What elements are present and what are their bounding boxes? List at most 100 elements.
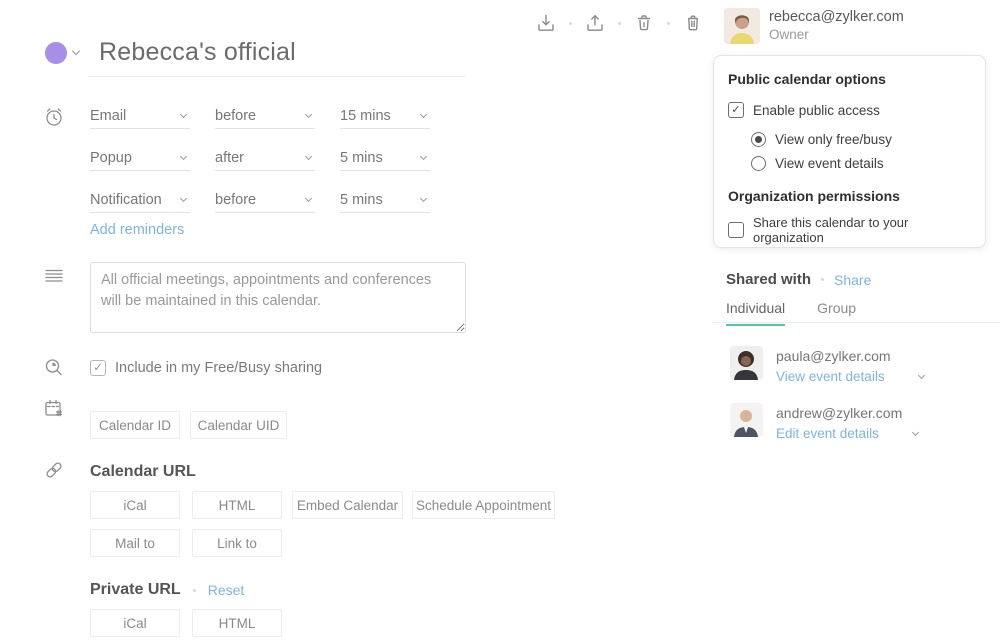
empty-trash-icon[interactable]	[632, 11, 656, 35]
calendar-id-button[interactable]: Calendar ID	[90, 411, 180, 439]
reminder-duration-select[interactable]: 5 mins	[340, 187, 430, 213]
private-url-row: Private URL Reset	[90, 581, 244, 599]
org-share-row: Share this calendar to your organization	[728, 215, 971, 245]
enable-public-access-checkbox[interactable]	[728, 102, 744, 118]
chevron-down-icon	[304, 194, 313, 202]
public-options-title: Public calendar options	[728, 71, 886, 87]
calendar-id-icon	[42, 397, 66, 421]
view-freebusy-radio[interactable]	[751, 132, 766, 147]
org-share-label: Share this calendar to your organization	[753, 215, 909, 245]
schedule-appointment-button[interactable]: Schedule Appointment	[412, 491, 555, 519]
shared-person-row: andrew@zylker.com Edit event details	[730, 403, 919, 441]
embed-calendar-button[interactable]: Embed Calendar	[292, 491, 403, 519]
mail-to-button[interactable]: Mail to	[90, 529, 180, 557]
reminder-duration-value: 5 mins	[340, 149, 383, 166]
shared-person-row: paula@zylker.com View event details	[730, 346, 925, 384]
export-icon[interactable]	[583, 11, 607, 35]
person-permission-label: Edit event details	[776, 426, 879, 441]
chevron-down-icon	[419, 194, 428, 202]
owner-avatar	[724, 8, 760, 44]
link-to-button[interactable]: Link to	[192, 529, 282, 557]
reminder-method-select[interactable]: Notification	[90, 187, 190, 213]
reminder-duration-select[interactable]: 5 mins	[340, 145, 430, 171]
title-underline	[88, 76, 465, 77]
reset-link[interactable]: Reset	[208, 582, 245, 598]
reminder-duration-select[interactable]: 15 mins	[340, 103, 430, 129]
person-permission-label: View event details	[776, 369, 885, 384]
reminder-duration-value: 15 mins	[340, 107, 391, 124]
share-link[interactable]: Share	[834, 272, 871, 288]
reminder-icon	[42, 105, 66, 129]
enable-public-access-row: Enable public access	[728, 102, 971, 118]
person-avatar	[730, 346, 763, 380]
shared-with-header: Shared with Share	[726, 271, 871, 288]
freebusy-search-icon	[42, 356, 66, 380]
private-ical-button[interactable]: iCal	[90, 609, 180, 637]
private-html-button[interactable]: HTML	[192, 609, 282, 637]
calendar-color-dot[interactable]	[45, 41, 67, 64]
chevron-down-icon	[179, 152, 188, 160]
person-email: paula@zylker.com	[776, 348, 891, 364]
person-permission-select[interactable]: Edit event details	[776, 426, 919, 441]
chevron-down-icon	[304, 152, 313, 160]
description-icon	[42, 264, 66, 288]
toolbar-separator	[618, 21, 621, 25]
reminder-method-value: Popup	[90, 149, 132, 166]
import-icon[interactable]	[534, 11, 558, 35]
reminder-when-value: before	[215, 191, 257, 208]
reminder-duration-value: 5 mins	[340, 191, 383, 208]
reminder-when-value: before	[215, 107, 257, 124]
person-permission-select[interactable]: View event details	[776, 369, 925, 384]
reminder-when-select[interactable]: before	[215, 103, 315, 129]
person-avatar	[730, 403, 763, 437]
freebusy-checkbox[interactable]	[90, 360, 106, 376]
owner-info: rebecca@zylker.com Owner	[724, 8, 904, 44]
view-details-radio[interactable]	[751, 156, 766, 171]
private-url-title: Private URL	[90, 581, 181, 598]
public-options-panel: Public calendar options Enable public ac…	[713, 55, 986, 248]
chevron-down-icon	[179, 194, 188, 202]
description-textarea[interactable]: All official meetings, appointments and …	[90, 262, 466, 333]
enable-public-access-label: Enable public access	[753, 102, 880, 118]
reminder-method-value: Email	[90, 107, 127, 124]
chevron-down-icon	[419, 110, 428, 118]
link-icon	[42, 458, 66, 482]
calendar-url-title: Calendar URL	[90, 463, 196, 480]
reminder-when-select[interactable]: before	[215, 187, 315, 213]
view-details-row: View event details	[751, 156, 971, 171]
separator-dot	[192, 588, 196, 592]
view-freebusy-row: View only free/busy	[751, 132, 971, 147]
calendar-toolbar	[534, 11, 705, 35]
reminder-method-value: Notification	[90, 191, 162, 208]
separator-dot	[821, 278, 825, 281]
organization-permissions-title: Organization permissions	[728, 188, 900, 204]
org-share-checkbox[interactable]	[728, 222, 744, 238]
html-button[interactable]: HTML	[192, 491, 282, 519]
freebusy-label: Include in my Free/Busy sharing	[115, 360, 323, 376]
ical-button[interactable]: iCal	[90, 491, 180, 519]
chevron-down-icon	[179, 110, 188, 118]
chevron-down-icon[interactable]	[71, 46, 81, 56]
chevron-down-icon	[917, 371, 925, 379]
reminder-method-select[interactable]: Popup	[90, 145, 190, 171]
reminder-method-select[interactable]: Email	[90, 103, 190, 129]
tabs-divider	[713, 322, 1000, 323]
reminder-when-value: after	[215, 149, 245, 166]
owner-role: Owner	[769, 27, 809, 42]
add-reminders-link[interactable]: Add reminders	[90, 222, 184, 238]
person-email: andrew@zylker.com	[776, 405, 903, 421]
chevron-down-icon	[419, 152, 428, 160]
calendar-settings-page: Rebecca's official Email before 15 mins	[0, 0, 1000, 643]
reminder-when-select[interactable]: after	[215, 145, 315, 171]
shared-with-title: Shared with	[726, 271, 812, 288]
calendar-uid-button[interactable]: Calendar UID	[190, 411, 287, 439]
page-title[interactable]: Rebecca's official	[99, 38, 296, 67]
chevron-down-icon	[911, 428, 919, 436]
toolbar-separator	[569, 21, 572, 25]
view-details-label: View event details	[775, 156, 884, 171]
delete-calendar-icon[interactable]	[681, 11, 705, 35]
view-freebusy-label: View only free/busy	[775, 132, 892, 147]
owner-email: rebecca@zylker.com	[769, 9, 904, 25]
calendar-title-row: Rebecca's official	[45, 38, 296, 67]
freebusy-row: Include in my Free/Busy sharing	[90, 360, 322, 376]
